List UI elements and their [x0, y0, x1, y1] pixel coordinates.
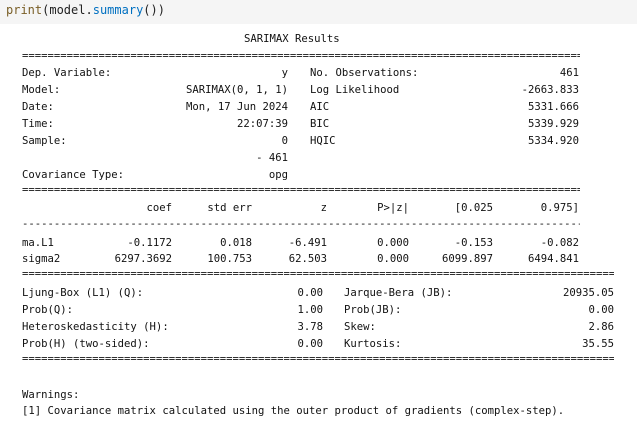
- info-left-value: - 461: [256, 152, 288, 164]
- coef-row-name: ma.L1: [22, 237, 54, 249]
- coef-cell: 62.503: [288, 253, 327, 265]
- info-right-label: HQIC: [310, 135, 336, 147]
- code-cell-input[interactable]: print(model.summary()): [0, 0, 637, 24]
- diag-right-value: 0.00: [588, 304, 614, 316]
- separator-double: ========================================…: [22, 355, 614, 363]
- code-func: print: [6, 3, 43, 17]
- coef-cell: 0.018: [220, 237, 252, 249]
- diag-right-label: Jarque-Bera (JB):: [344, 287, 453, 299]
- code-attr: summary: [92, 3, 144, 17]
- info-right-value: -2663.833: [521, 84, 579, 96]
- coef-col-header: 0.975]: [540, 202, 579, 214]
- diag-left-value: 0.00: [297, 338, 323, 350]
- code-line: print(model.summary()): [6, 3, 165, 17]
- info-right-value: 5339.929: [527, 118, 579, 130]
- coef-cell: 6494.841: [527, 253, 579, 265]
- diag-left-label: Prob(H) (two-sided):: [22, 338, 150, 350]
- info-right-label: BIC: [310, 118, 330, 130]
- info-left-value: Mon, 17 Jun 2024: [185, 101, 288, 113]
- coef-cell: -0.082: [540, 237, 579, 249]
- info-right-value: 5334.920: [527, 135, 579, 147]
- coef-cell: 6297.3692: [114, 253, 172, 265]
- info-left-label: Model:: [22, 84, 61, 96]
- diag-right-label: Skew:: [344, 321, 376, 333]
- info-left-value: 22:07:39: [236, 118, 288, 130]
- coef-cell: 0.000: [377, 253, 409, 265]
- info-left-label: Date:: [22, 101, 54, 113]
- diag-right-value: 35.55: [582, 338, 614, 350]
- code-tail: (): [143, 3, 158, 17]
- coef-cell: -6.491: [288, 237, 327, 249]
- info-right-value: 5331.666: [527, 101, 579, 113]
- coef-col-header: coef: [146, 202, 172, 214]
- info-left-value: 0: [281, 135, 288, 147]
- diag-right-value: 2.86: [588, 321, 614, 333]
- info-right-label: Log Likelihood: [310, 84, 400, 96]
- info-left-label: Sample:: [22, 135, 67, 147]
- diag-right-label: Prob(JB):: [344, 304, 402, 316]
- diag-right-value: 20935.05: [562, 287, 614, 299]
- info-right-label: No. Observations:: [310, 67, 419, 79]
- separator-single: ----------------------------------------…: [22, 220, 580, 228]
- coef-cell: -0.1172: [127, 237, 172, 249]
- separator-double: ========================================…: [22, 270, 614, 278]
- separator-double: ========================================…: [22, 186, 580, 194]
- info-left-label: Covariance Type:: [22, 169, 125, 181]
- coef-cell: 6099.897: [441, 253, 493, 265]
- diag-left-label: Ljung-Box (L1) (Q):: [22, 287, 144, 299]
- coef-col-header: P>|z|: [377, 202, 409, 214]
- diag-left-value: 3.78: [297, 321, 323, 333]
- coef-row-name: sigma2: [22, 253, 61, 265]
- coef-cell: 100.753: [207, 253, 252, 265]
- warnings-title: Warnings:: [22, 389, 80, 401]
- separator-double: ========================================…: [22, 52, 580, 60]
- info-right-label: AIC: [310, 101, 330, 113]
- coef-cell: -0.153: [454, 237, 493, 249]
- info-right-value: 461: [559, 67, 579, 79]
- code-obj: model: [49, 3, 86, 17]
- warning-line: [1] Covariance matrix calculated using t…: [22, 405, 565, 417]
- coef-col-header: [0.025: [454, 202, 493, 214]
- summary-title: SARIMAX Results: [244, 33, 340, 45]
- coef-col-header: z: [320, 202, 327, 214]
- coef-cell: 0.000: [377, 237, 409, 249]
- diag-left-value: 0.00: [297, 287, 323, 299]
- diag-right-label: Kurtosis:: [344, 338, 402, 350]
- diag-left-label: Prob(Q):: [22, 304, 74, 316]
- info-left-value: SARIMAX(0, 1, 1): [185, 84, 288, 96]
- diag-left-label: Heteroskedasticity (H):: [22, 321, 169, 333]
- diag-left-value: 1.00: [297, 304, 323, 316]
- info-left-value: y: [281, 67, 288, 79]
- info-left-value: opg: [268, 169, 288, 181]
- info-left-label: Dep. Variable:: [22, 67, 112, 79]
- coef-col-header: std err: [207, 202, 252, 214]
- info-left-label: Time:: [22, 118, 54, 130]
